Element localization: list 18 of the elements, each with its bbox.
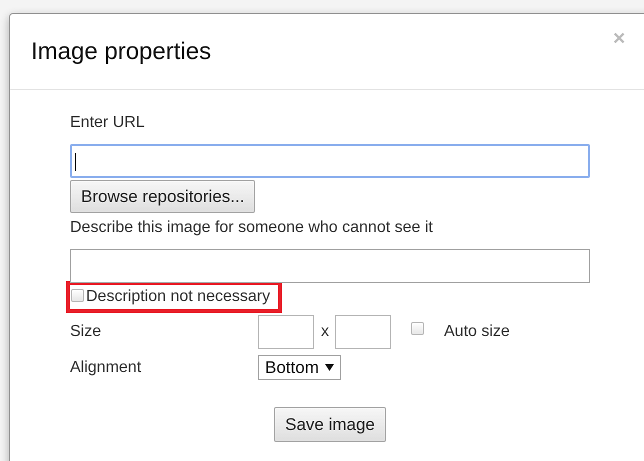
checkbox[interactable] (411, 322, 424, 334)
caret-icon (324, 364, 334, 371)
width-field[interactable] (258, 315, 314, 349)
size-label: Size (70, 323, 102, 341)
url-field[interactable] (70, 144, 590, 178)
description-field[interactable] (70, 249, 590, 283)
checkbox-label: Description not necessary (86, 288, 270, 306)
height-field[interactable] (335, 315, 391, 349)
save-button[interactable]: Save image (274, 407, 386, 442)
size-separator: x (321, 323, 329, 341)
browse-button[interactable]: Browse repositories... (70, 180, 256, 213)
alignment-select[interactable]: Bottom (258, 355, 341, 380)
dialog-title: Image properties (31, 38, 212, 66)
checkbox[interactable] (71, 289, 84, 302)
checkbox-label: Auto size (444, 323, 510, 341)
alignment-label: Alignment (70, 358, 142, 376)
field-label: Enter URL (70, 114, 145, 132)
field-label: Describe this image for someone who cannot see it (70, 219, 433, 237)
